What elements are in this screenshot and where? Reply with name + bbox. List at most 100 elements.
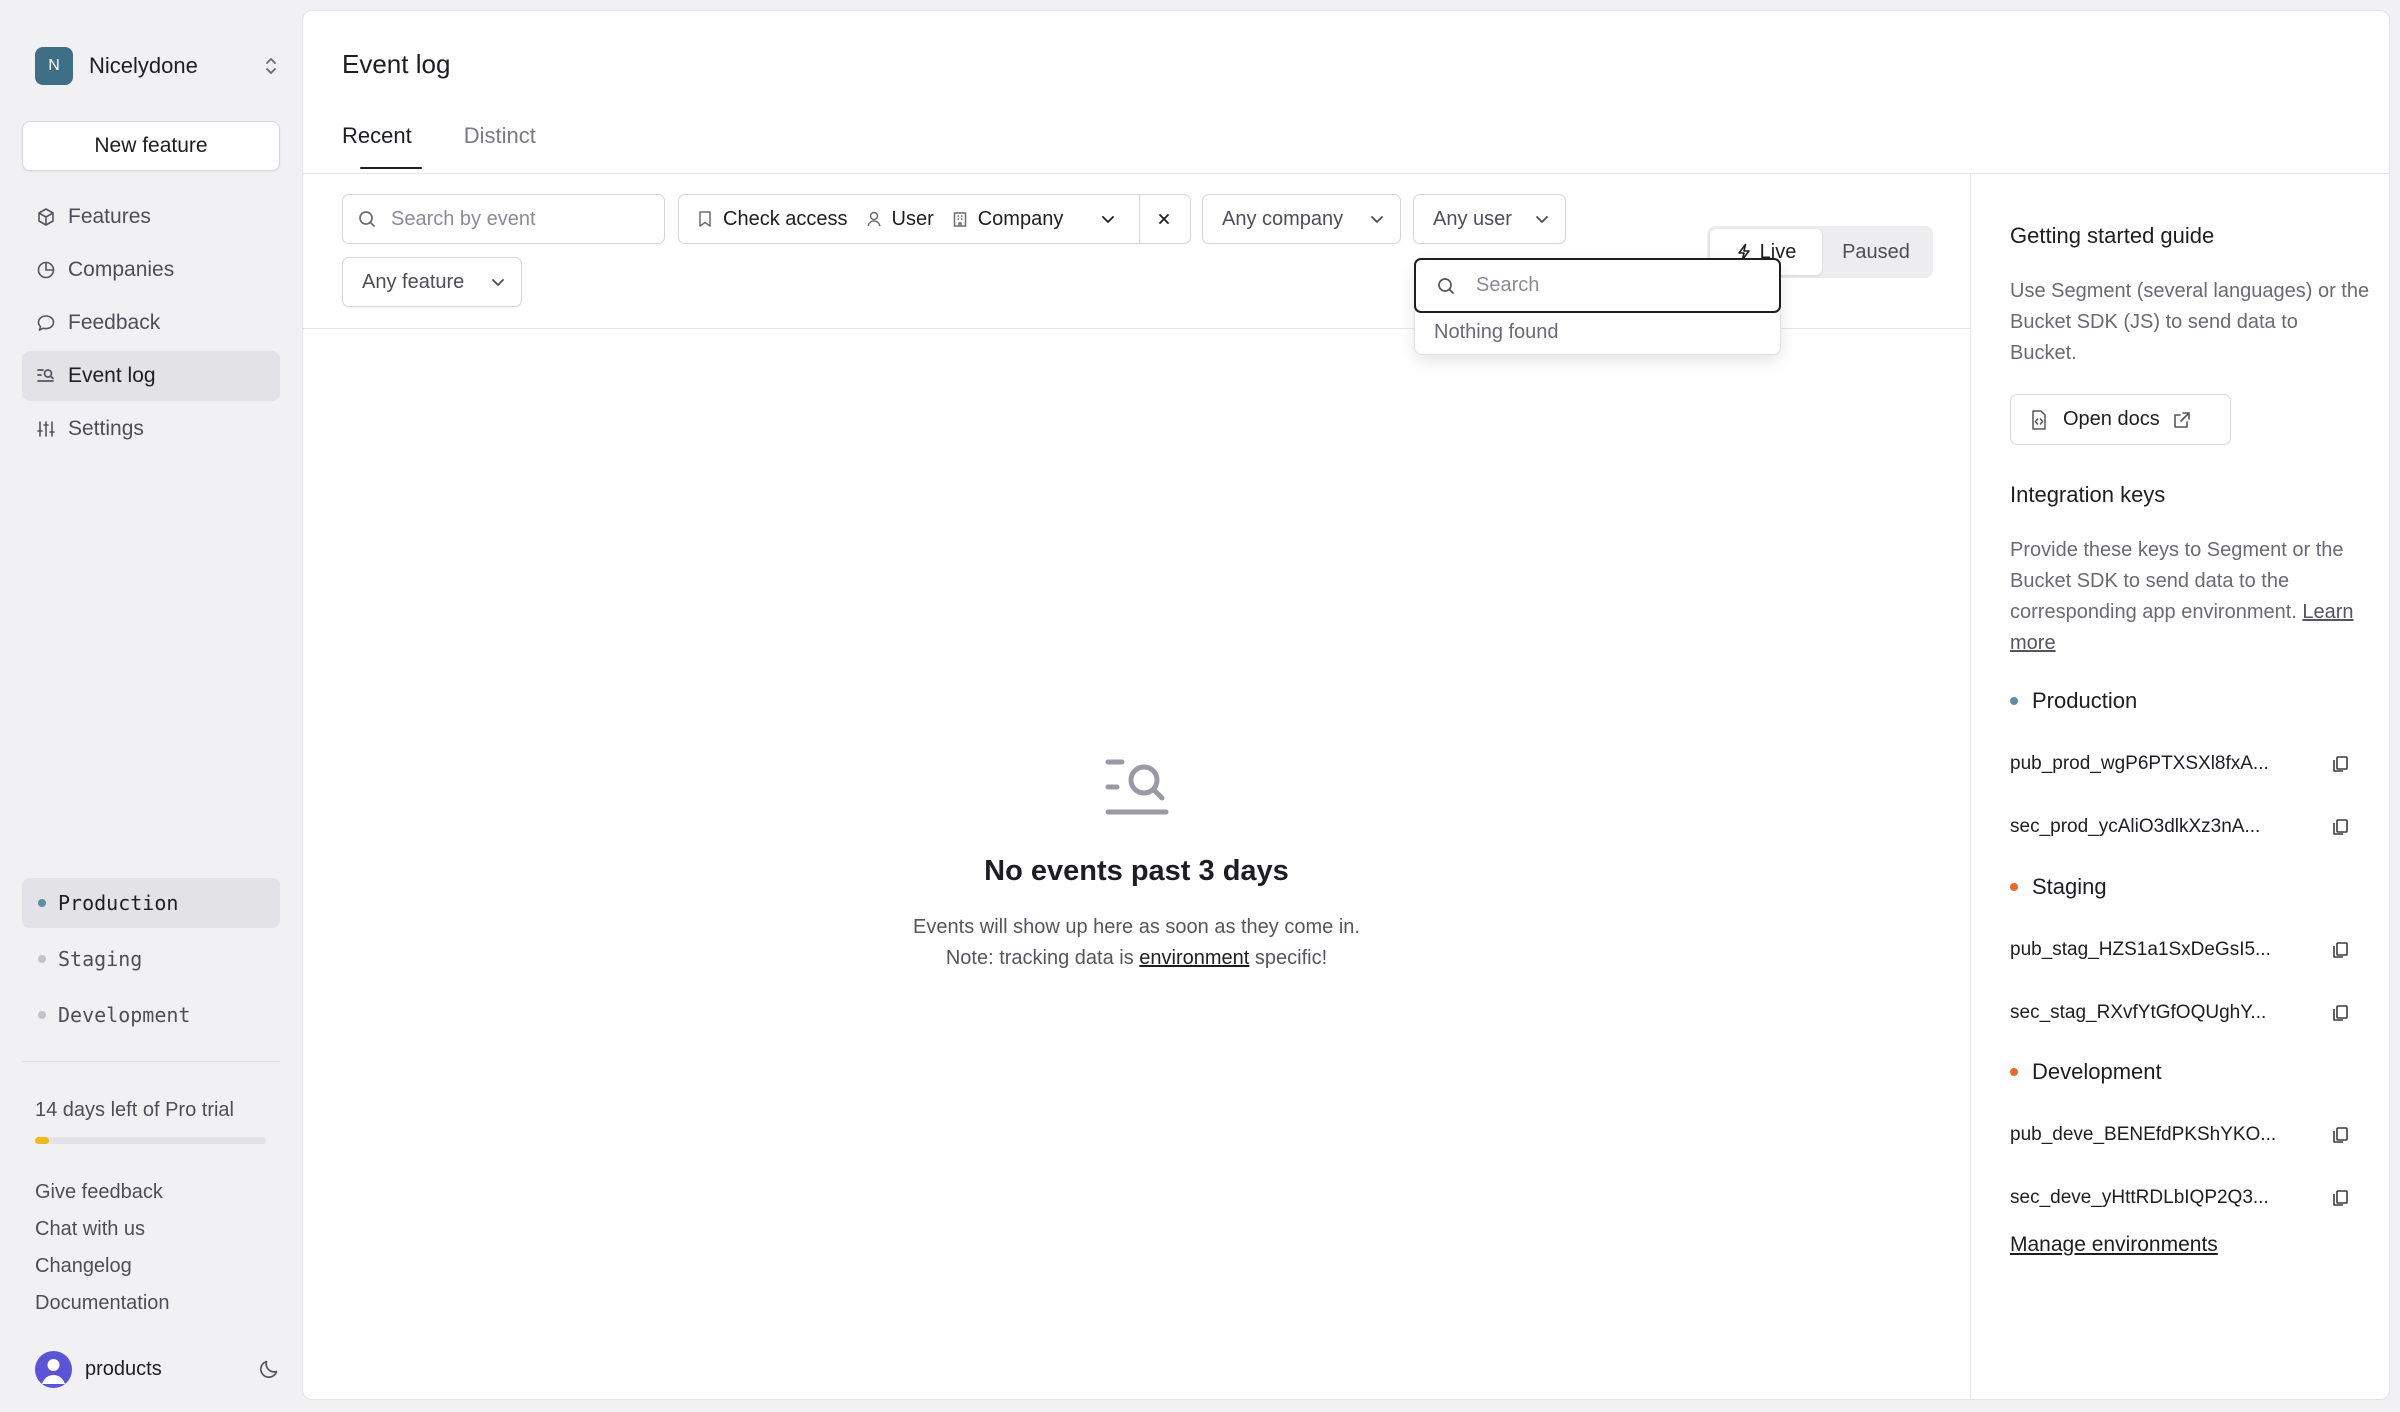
check-access-chip: Check access xyxy=(697,208,848,231)
sidebar-item-settings[interactable]: Settings xyxy=(22,404,280,454)
env-dot xyxy=(2010,883,2018,891)
sidebar-item-companies[interactable]: Companies xyxy=(22,245,280,295)
check-access-label: Check access xyxy=(723,207,848,230)
env-item-development[interactable]: Development xyxy=(22,990,280,1040)
copy-icon[interactable] xyxy=(2330,754,2350,774)
integration-keys-text: Provide these keys to Segment or the Buc… xyxy=(2010,535,2370,659)
event-log-icon xyxy=(35,365,57,387)
page-title: Event log xyxy=(342,49,451,79)
chevron-down-icon xyxy=(1099,210,1117,228)
tab-distinct[interactable]: Distinct xyxy=(464,123,536,169)
user-filter-dropdown: Search Nothing found xyxy=(1414,258,1781,355)
tabs: Recent Distinct xyxy=(342,123,588,169)
keys-desc: Provide these keys to Segment or the Buc… xyxy=(2010,539,2344,623)
check-access-icon xyxy=(697,210,713,228)
sidebar-item-feedback[interactable]: Feedback xyxy=(22,298,280,348)
empty-state: No events past 3 days Events will show u… xyxy=(303,756,1970,974)
company-filter-label: Any company xyxy=(1222,207,1344,230)
event-search-placeholder: Search by event xyxy=(391,207,536,230)
integration-keys-title: Integration keys xyxy=(2010,482,2166,507)
env-label: Production xyxy=(58,891,179,915)
pie-chart-icon xyxy=(35,259,57,281)
env-name: Development xyxy=(2010,1057,2350,1087)
env-item-production[interactable]: Production xyxy=(22,878,280,928)
copy-icon[interactable] xyxy=(2330,1188,2350,1208)
changelog-link[interactable]: Changelog xyxy=(35,1252,170,1289)
feature-filter-select[interactable]: Any feature xyxy=(342,257,522,307)
key-row: sec_deve_yHttRDLbIQP2Q3... xyxy=(2010,1183,2350,1213)
env-keys-staging: Staging pub_stag_HZS1a1SxDeGsI5... sec_s… xyxy=(2010,872,2350,1028)
close-icon[interactable] xyxy=(1139,195,1189,243)
env-keys-production: Production pub_prod_wgP6PTXSXl8fxA... se… xyxy=(2010,686,2350,842)
sidebar-item-features[interactable]: Features xyxy=(22,192,280,242)
org-switcher[interactable]: N Nicelydone xyxy=(35,46,280,86)
env-item-staging[interactable]: Staging xyxy=(22,934,280,984)
publishable-key: pub_stag_HZS1a1SxDeGsI5... xyxy=(2010,939,2271,960)
env-dot xyxy=(38,955,46,963)
copy-icon[interactable] xyxy=(2330,817,2350,837)
sidebar-item-label: Feedback xyxy=(68,311,161,334)
key-row: pub_stag_HZS1a1SxDeGsI5... xyxy=(2010,935,2350,965)
guide-title: Getting started guide xyxy=(2010,223,2215,248)
sidebar-item-label: Features xyxy=(68,205,151,228)
empty-desc-text-end: specific! xyxy=(1249,947,1328,969)
secret-key: sec_deve_yHttRDLbIQP2Q3... xyxy=(2010,1187,2269,1208)
user-label: User xyxy=(891,207,934,230)
env-name-label: Development xyxy=(2032,1059,2162,1084)
org-avatar: N xyxy=(35,47,73,85)
paused-button[interactable]: Paused xyxy=(1822,229,1930,275)
chevron-down-icon xyxy=(1533,210,1551,228)
env-dot xyxy=(38,899,46,907)
open-docs-button[interactable]: Open docs xyxy=(2010,394,2231,445)
empty-title: No events past 3 days xyxy=(984,855,1289,887)
code-file-icon xyxy=(2029,409,2049,431)
dropdown-search-placeholder: Search xyxy=(1476,274,1540,296)
env-label: Development xyxy=(58,1003,191,1027)
key-row: pub_deve_BENEfdPKShYKO... xyxy=(2010,1120,2350,1150)
chevron-up-down-icon xyxy=(262,55,280,77)
building-icon xyxy=(952,210,968,228)
sidebar-item-label: Settings xyxy=(68,417,144,440)
copy-icon[interactable] xyxy=(2330,1125,2350,1145)
copy-icon[interactable] xyxy=(2330,1003,2350,1023)
sidebar-item-event-log[interactable]: Event log xyxy=(22,351,280,401)
publishable-key: pub_deve_BENEfdPKShYKO... xyxy=(2010,1124,2277,1145)
event-search-input[interactable]: Search by event xyxy=(342,194,665,244)
trial-progress-bar xyxy=(35,1137,266,1144)
sidebar-item-label: Event log xyxy=(68,364,156,387)
sidebar-divider xyxy=(22,1061,280,1062)
copy-icon[interactable] xyxy=(2330,940,2350,960)
event-type-filter[interactable]: Check access User Company xyxy=(678,194,1191,244)
tab-recent[interactable]: Recent xyxy=(342,123,422,169)
publishable-key: pub_prod_wgP6PTXSXl8fxA... xyxy=(2010,753,2269,774)
feature-filter-label: Any feature xyxy=(362,270,465,293)
documentation-link[interactable]: Documentation xyxy=(35,1289,170,1326)
moon-icon[interactable] xyxy=(258,1358,280,1380)
trial-text: 14 days left of Pro trial xyxy=(35,1099,234,1121)
user-name: products xyxy=(85,1357,162,1380)
company-label: Company xyxy=(977,207,1064,230)
help-links: Give feedback Chat with us Changelog Doc… xyxy=(35,1178,170,1326)
new-feature-button[interactable]: New feature xyxy=(22,121,280,171)
company-filter-select[interactable]: Any company xyxy=(1202,194,1401,244)
org-name: Nicelydone xyxy=(89,53,198,78)
user-filter-select[interactable]: Any user xyxy=(1413,194,1566,244)
empty-description: Events will show up here as soon as they… xyxy=(902,912,1372,974)
dropdown-search-input[interactable]: Search xyxy=(1414,258,1781,313)
manage-environments-link[interactable]: Manage environments xyxy=(2010,1233,2218,1257)
search-icon xyxy=(357,209,377,229)
environment-link[interactable]: environment xyxy=(1139,947,1249,969)
open-docs-label: Open docs xyxy=(2063,408,2160,430)
chevron-down-icon xyxy=(1368,210,1386,228)
env-name-label: Production xyxy=(2032,688,2138,713)
env-label: Staging xyxy=(58,947,143,971)
event-log-icon xyxy=(1104,756,1170,823)
main-content: Event log Recent Distinct Search by even… xyxy=(302,10,2390,1400)
external-link-icon xyxy=(2172,410,2192,430)
sidebar: N Nicelydone New feature Features Compan… xyxy=(0,0,302,1412)
give-feedback-link[interactable]: Give feedback xyxy=(35,1178,170,1215)
user-menu[interactable]: products xyxy=(35,1350,280,1388)
env-name-label: Staging xyxy=(2032,874,2107,899)
chat-with-us-link[interactable]: Chat with us xyxy=(35,1215,170,1252)
secret-key: sec_prod_ycAliO3dlkXz3nA... xyxy=(2010,816,2261,837)
